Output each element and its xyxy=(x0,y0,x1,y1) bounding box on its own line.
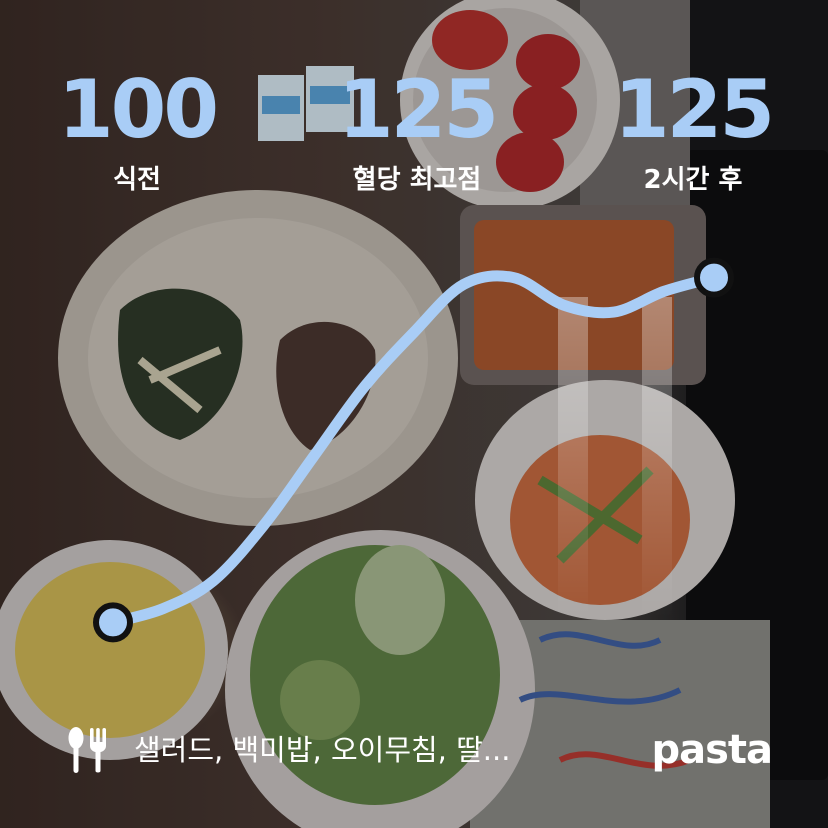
glucose-line xyxy=(107,270,720,628)
end-point-marker xyxy=(694,257,734,298)
meal-glucose-card: 100 식전 125 혈당 최고점 125 2시간 후 샐러드, 백미밥, 오이… xyxy=(0,0,828,828)
pasta-logo: pasta xyxy=(651,727,773,773)
peak-time-band xyxy=(558,297,588,617)
2h-time-band xyxy=(642,297,672,617)
start-point-marker xyxy=(93,602,133,643)
utensils-icon xyxy=(68,727,106,773)
meal-food-list: 샐러드, 백미밥, 오이무침, 딸... xyxy=(134,733,511,767)
meal-footer: 샐러드, 백미밥, 오이무침, 딸... pasta xyxy=(66,722,773,778)
glucose-curve-chart xyxy=(93,257,734,643)
